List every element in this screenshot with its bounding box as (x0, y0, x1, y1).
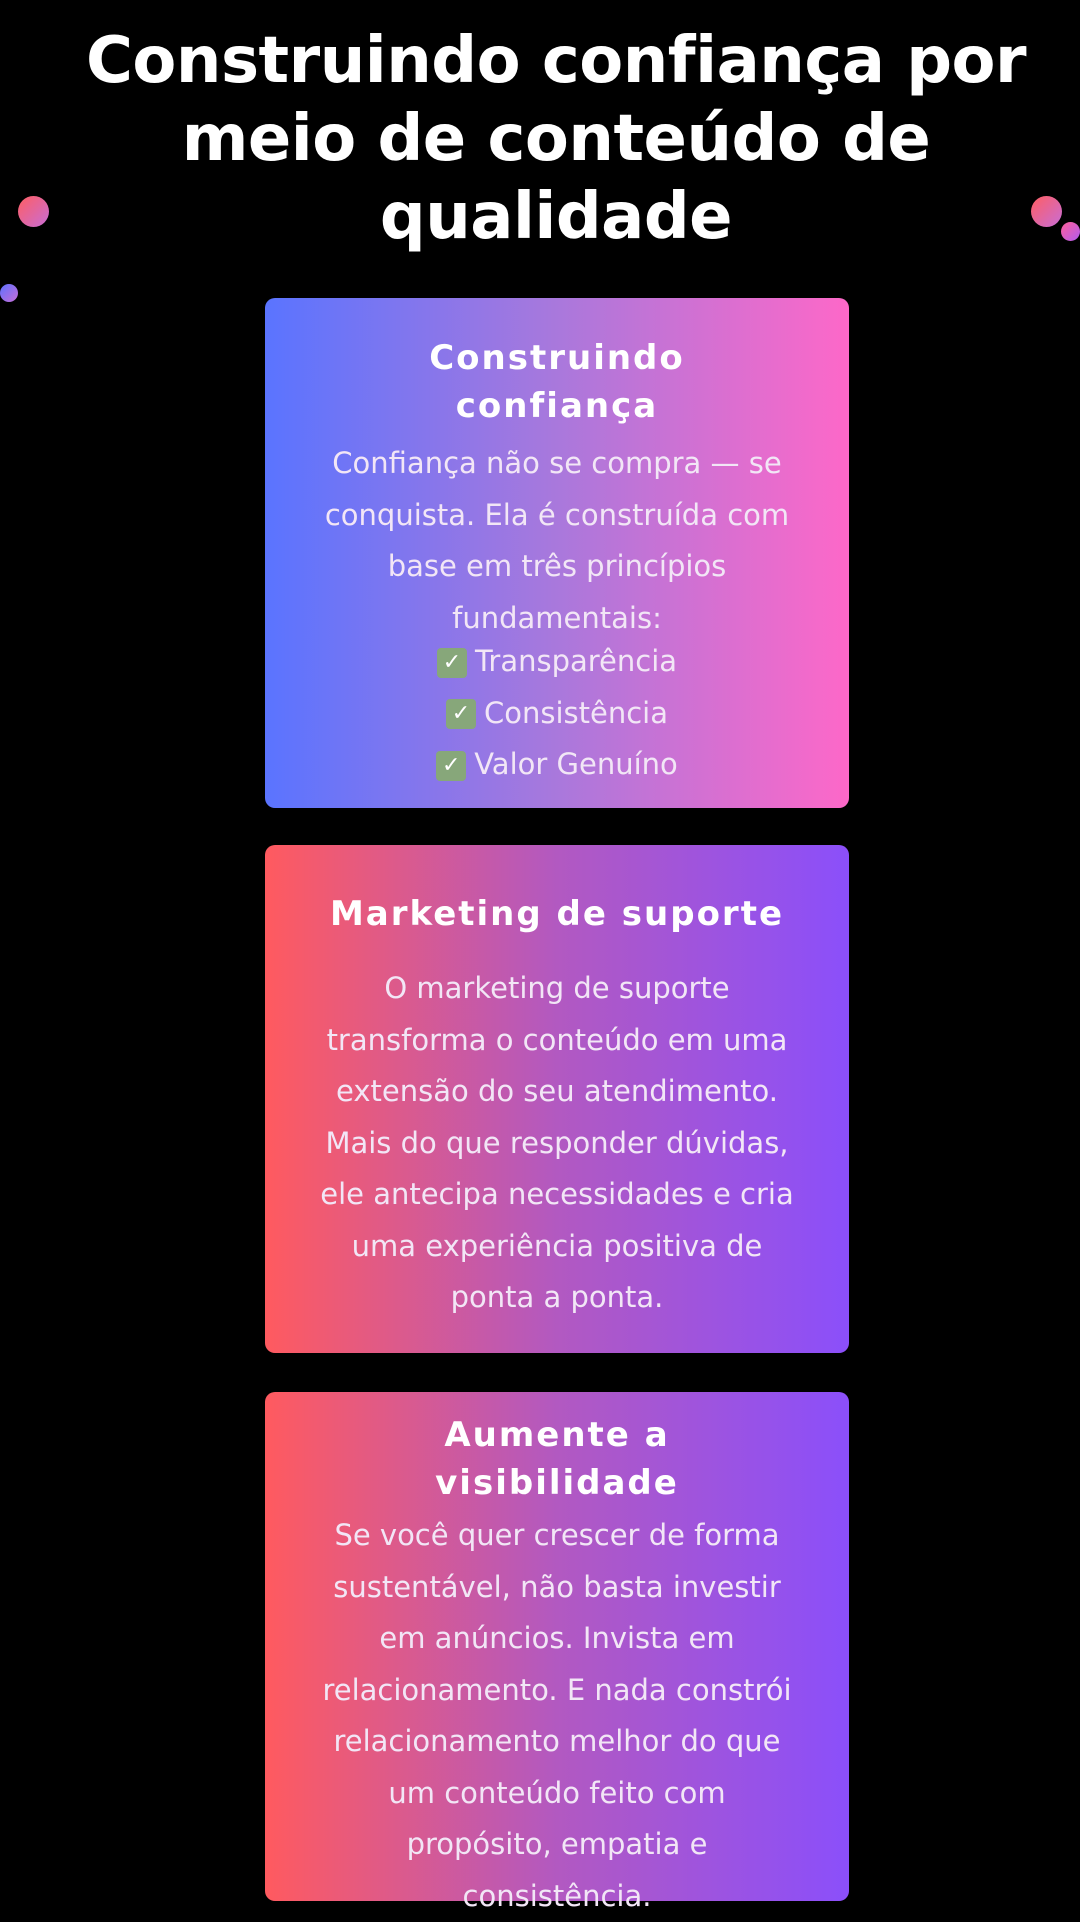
checkmark-icon: ✓ (445, 699, 476, 730)
card-title: Aumente a visibilidade (435, 1415, 679, 1503)
decorative-dot (1061, 222, 1080, 241)
card-body: O marketing de suporte transforma o cont… (320, 971, 794, 1314)
checklist-item: ✓ Consistência (265, 688, 849, 740)
card-body: Se você quer crescer de forma sustentáve… (322, 1518, 792, 1913)
card-title: Marketing de suporte (329, 894, 785, 934)
card-construindo-confianca: Construindo confiança Confiança não se c… (265, 298, 849, 808)
decorative-dot (1031, 196, 1062, 227)
checkmark-icon: ✓ (436, 647, 467, 678)
checklist-item-label: Consistência (483, 695, 668, 730)
card-title: Construindo confiança (429, 338, 685, 426)
card-body: Confiança não se compra — se conquista. … (324, 446, 790, 635)
decorative-dot (18, 196, 49, 227)
card-aumente-a-visibilidade: Aumente a visibilidade Se você quer cres… (265, 1392, 849, 1913)
checklist-item-label: Valor Genuíno (474, 747, 678, 781)
checkmark-icon: ✓ (436, 750, 467, 781)
checklist-item: ✓ Valor Genuíno (265, 739, 849, 791)
decorative-dot (0, 284, 18, 302)
page-title: Construindo confiança por meio de conteú… (85, 24, 1027, 254)
card-marketing-de-suporte: Marketing de suporte O marketing de supo… (265, 845, 849, 1353)
checklist: ✓ Transparência ✓ Consistência ✓ Valor G… (265, 636, 849, 791)
checklist-item: ✓ Transparência (265, 636, 849, 688)
checklist-item-label: Transparência (474, 644, 678, 678)
